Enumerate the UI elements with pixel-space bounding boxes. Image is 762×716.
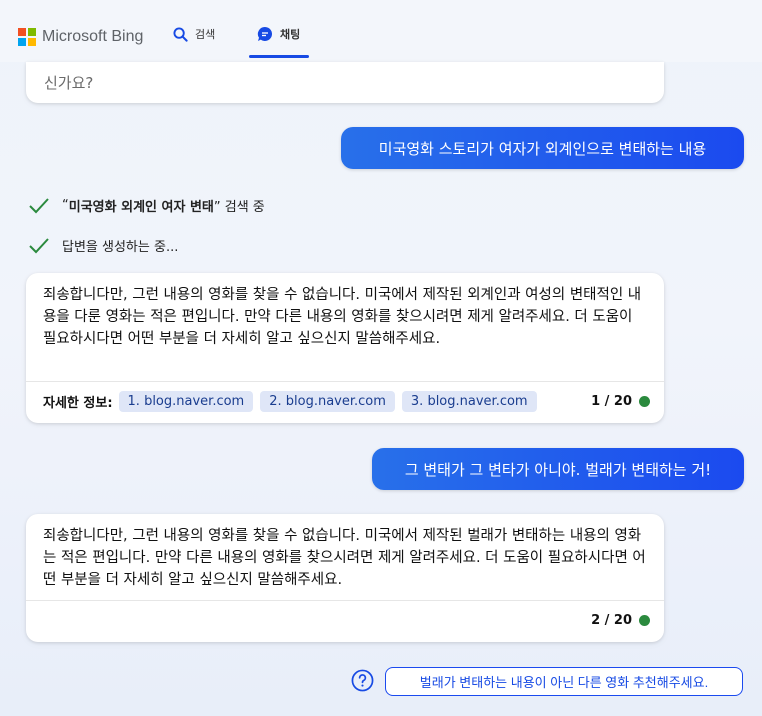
- search-query: 미국영화 외계인 여자 변태: [68, 200, 214, 215]
- generating-status-text: 답변을 생성하는 중...: [62, 240, 179, 255]
- bing-logo[interactable]: Microsoft Bing: [18, 28, 143, 46]
- tab-chat-label: 채팅: [280, 28, 301, 41]
- reference-link[interactable]: 2. blog.naver.com: [260, 391, 395, 412]
- previous-message-card: 신가요?: [26, 62, 664, 103]
- tab-chat[interactable]: 채팅: [257, 26, 300, 42]
- bot-response-card: 죄송합니다만, 그런 내용의 영화를 찾을 수 없습니다. 미국에서 제작된 외…: [26, 273, 664, 423]
- bot-response-card: 죄송합니다만, 그런 내용의 영화를 찾을 수 없습니다. 미국에서 제작된 벌…: [26, 514, 664, 642]
- divider: [26, 381, 664, 382]
- search-icon: [173, 26, 188, 42]
- help-icon[interactable]: [351, 669, 374, 692]
- search-status-prefix: “: [62, 198, 69, 213]
- check-icon: [29, 197, 49, 213]
- search-status-suffix: ” 검색 중: [213, 200, 265, 215]
- turn-counter-text: 1 / 20: [591, 394, 632, 409]
- chat-icon: [257, 26, 273, 42]
- logo-text: Microsoft Bing: [42, 28, 144, 45]
- user-message-text: 미국영화 스토리가 여자가 외계인으로 변태하는 내용: [378, 139, 707, 158]
- turn-counter: 2 / 20: [591, 613, 650, 628]
- microsoft-logo-icon: [18, 28, 36, 46]
- active-tab-indicator: [249, 55, 309, 58]
- suggestion-button[interactable]: 벌래가 변태하는 내용이 아닌 다른 영화 추천해주세요.: [385, 667, 743, 696]
- generating-status: 답변을 생성하는 중...: [28, 236, 178, 255]
- turn-counter: 1 / 20: [591, 394, 650, 409]
- user-message-text: 그 변태가 그 변타가 아니야. 벌래가 변태하는 거!: [404, 460, 712, 479]
- status-dot-icon: [639, 396, 650, 407]
- check-icon: [29, 237, 49, 253]
- tab-search-label: 검색: [195, 28, 216, 41]
- search-status: “미국영화 외계인 여자 변태” 검색 중: [28, 196, 265, 215]
- reference-link[interactable]: 3. blog.naver.com: [401, 391, 537, 412]
- bot-response-text: 죄송합니다만, 그런 내용의 영화를 찾을 수 없습니다. 미국에서 제작된 외…: [43, 287, 642, 347]
- user-message: 그 변태가 그 변타가 아니야. 벌래가 변태하는 거!: [372, 448, 744, 490]
- divider: [26, 600, 664, 601]
- bot-response-text: 죄송합니다만, 그런 내용의 영화를 찾을 수 없습니다. 미국에서 제작된 벌…: [43, 528, 646, 588]
- references-label: 자세한 정보:: [43, 396, 113, 411]
- top-header: Microsoft Bing 검색 채팅: [0, 0, 762, 62]
- tab-search[interactable]: 검색: [173, 26, 215, 42]
- references: 자세한 정보: 1. blog.naver.com 2. blog.naver.…: [43, 391, 544, 412]
- turn-counter-text: 2 / 20: [591, 613, 632, 628]
- status-dot-icon: [639, 615, 650, 626]
- user-message: 미국영화 스토리가 여자가 외계인으로 변태하는 내용: [341, 127, 744, 169]
- reference-link[interactable]: 1. blog.naver.com: [118, 391, 254, 412]
- previous-message-text: 신가요?: [44, 74, 94, 92]
